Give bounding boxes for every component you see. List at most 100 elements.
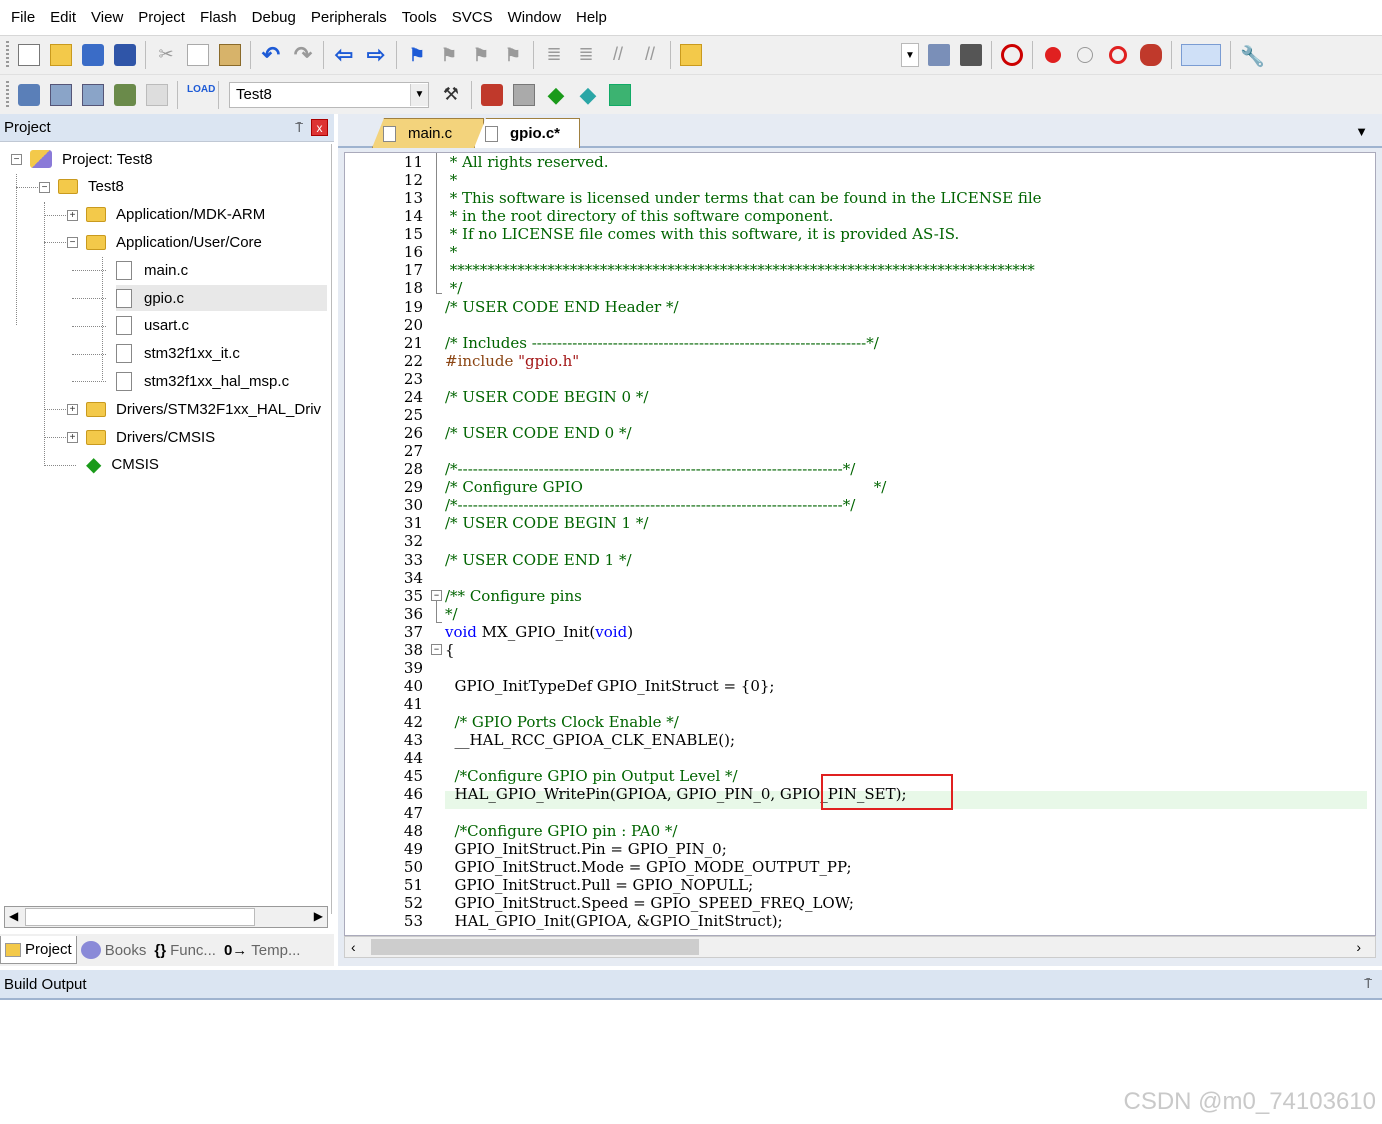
scroll-left-icon[interactable]: ◀ <box>9 909 18 923</box>
translate-icon[interactable] <box>18 83 40 106</box>
tab-list-dropdown-icon[interactable]: ▼ <box>1355 124 1368 139</box>
menu-item-edit[interactable]: Edit <box>43 9 84 26</box>
menu-item-file[interactable]: File <box>4 9 43 26</box>
redo-icon[interactable]: ↷ <box>292 44 314 66</box>
toolbar-grip[interactable] <box>6 80 9 109</box>
tree-node[interactable]: Drivers/STM32F1xx_HAL_Driv <box>86 396 321 422</box>
bookmark-icon[interactable]: ⚑ <box>406 44 428 66</box>
window-layout-icon[interactable] <box>1181 44 1221 66</box>
manage-run-time-environment-icon[interactable]: ◆ <box>545 83 567 106</box>
undo-icon[interactable]: ↶ <box>260 44 282 66</box>
rebuild-icon[interactable] <box>82 83 104 106</box>
new-file-icon[interactable] <box>18 44 40 66</box>
manage-project-items-icon[interactable] <box>481 83 503 106</box>
vertical-scrollbar[interactable] <box>1367 153 1375 935</box>
indent-icon[interactable]: ≣ <box>543 44 565 66</box>
menu-item-svcs[interactable]: SVCS <box>445 9 501 26</box>
kill-all-breakpoints-icon[interactable] <box>1140 44 1162 66</box>
collapse-icon[interactable]: − <box>67 237 78 249</box>
tab-templates[interactable]: 0→ Temp... <box>220 936 305 964</box>
bookmark-prev-icon[interactable]: ⚑ <box>438 44 460 66</box>
scroll-right-icon[interactable]: ▶ <box>314 909 323 923</box>
expand-icon[interactable]: + <box>67 432 78 443</box>
tree-node[interactable]: main.c <box>116 257 188 283</box>
code-editor[interactable]: 11 12 13 14 15 16 17 18 19 20 21 22 23 24 25 26 27 28 29 30… <box>344 152 1376 936</box>
find-in-files-icon[interactable] <box>680 44 702 66</box>
download-icon[interactable]: LOAD <box>187 84 215 106</box>
disable-all-breakpoints-icon[interactable] <box>1109 46 1127 64</box>
tab-main-c[interactable]: main.c <box>372 118 484 148</box>
tab-gpio-c[interactable]: gpio.c* <box>474 118 580 148</box>
menu-item-peripherals[interactable]: Peripherals <box>304 9 395 26</box>
target-select[interactable]: Test8 ▼ <box>229 81 429 108</box>
collapse-icon[interactable]: − <box>39 181 50 193</box>
find-dropdown[interactable]: ▼ <box>901 43 919 67</box>
tree-node[interactable]: gpio.c <box>116 285 327 311</box>
target-options-icon[interactable]: ⚒ <box>440 84 462 106</box>
stop-build-icon[interactable] <box>146 83 168 106</box>
menu-item-window[interactable]: Window <box>501 9 569 26</box>
pin-icon[interactable]: ⍑ <box>1364 976 1372 992</box>
configure-icon[interactable]: 🔧 <box>1240 44 1265 68</box>
tree-node[interactable]: Application/MDK-ARM <box>86 202 265 228</box>
breakpoint-icon[interactable] <box>1045 47 1061 63</box>
tree-node[interactable]: Project: Test8 <box>30 146 153 172</box>
fold-icon[interactable]: − <box>431 643 442 655</box>
editor-horizontal-scrollbar[interactable]: ‹ › <box>344 936 1376 958</box>
save-all-icon[interactable] <box>114 44 136 66</box>
line-number: 18 <box>403 279 423 298</box>
tree-node[interactable]: stm32f1xx_hal_msp.c <box>116 368 289 394</box>
scroll-right-icon[interactable]: › <box>1356 937 1361 957</box>
menu-item-flash[interactable]: Flash <box>193 9 245 26</box>
incremental-find-icon[interactable] <box>960 44 982 66</box>
pack-installer-icon[interactable] <box>609 83 631 106</box>
toolbar-grip[interactable] <box>6 41 9 69</box>
build-icon[interactable] <box>50 83 72 106</box>
comment-icon[interactable]: // <box>607 44 629 66</box>
menu-item-view[interactable]: View <box>84 9 131 26</box>
save-icon[interactable] <box>82 44 104 66</box>
tree-node[interactable]: Test8 <box>58 174 124 200</box>
expand-icon[interactable]: + <box>67 209 78 221</box>
scroll-left-icon[interactable]: ‹ <box>351 937 356 957</box>
project-horizontal-scrollbar[interactable]: ◀ ▶ <box>4 906 328 928</box>
close-icon[interactable]: x <box>311 119 328 136</box>
copy-icon[interactable] <box>187 44 209 66</box>
file-icon <box>116 260 132 280</box>
select-software-packs-icon[interactable]: ◆ <box>577 83 599 106</box>
bookmark-next-icon[interactable]: ⚑ <box>470 44 492 66</box>
bookmark-clear-icon[interactable]: ⚑ <box>502 44 524 66</box>
menu-item-tools[interactable]: Tools <box>395 9 445 26</box>
tab-functions[interactable]: {} Func... <box>150 936 220 964</box>
disable-breakpoint-icon[interactable] <box>1077 47 1093 63</box>
menu-item-project[interactable]: Project <box>131 9 193 26</box>
tree-node[interactable]: ◆ CMSIS <box>86 452 159 478</box>
cut-icon[interactable]: ✂ <box>155 44 177 66</box>
chevron-down-icon[interactable]: ▼ <box>410 83 428 106</box>
tree-node[interactable]: usart.c <box>116 313 189 339</box>
pin-icon[interactable]: ⍑ <box>295 120 303 136</box>
navigate-forward-icon[interactable]: ⇨ <box>365 44 387 66</box>
tree-node[interactable]: stm32f1xx_it.c <box>116 341 240 367</box>
manage-multi-project-icon[interactable] <box>513 83 535 106</box>
menu-item-debug[interactable]: Debug <box>245 9 304 26</box>
tab-books[interactable]: Books <box>77 936 151 964</box>
find-icon[interactable] <box>928 44 950 66</box>
menu-item-help[interactable]: Help <box>569 9 615 26</box>
batch-build-icon[interactable] <box>114 83 136 106</box>
fold-icon[interactable]: − <box>431 589 442 601</box>
tree-node[interactable]: Drivers/CMSIS <box>86 424 215 450</box>
open-folder-icon[interactable] <box>50 44 72 66</box>
debug-session-icon[interactable] <box>1001 44 1023 66</box>
tab-project[interactable]: Project <box>0 936 77 964</box>
tree-node[interactable]: Application/User/Core <box>86 229 262 255</box>
scroll-thumb[interactable] <box>25 908 255 926</box>
navigate-back-icon[interactable]: ⇦ <box>333 44 355 66</box>
collapse-icon[interactable]: − <box>11 154 22 165</box>
tree-connector <box>44 214 66 216</box>
unindent-icon[interactable]: ≣ <box>575 44 597 66</box>
expand-icon[interactable]: + <box>67 404 78 416</box>
paste-icon[interactable] <box>219 44 241 66</box>
uncomment-icon[interactable]: // <box>639 44 661 66</box>
scroll-thumb[interactable] <box>371 939 699 955</box>
